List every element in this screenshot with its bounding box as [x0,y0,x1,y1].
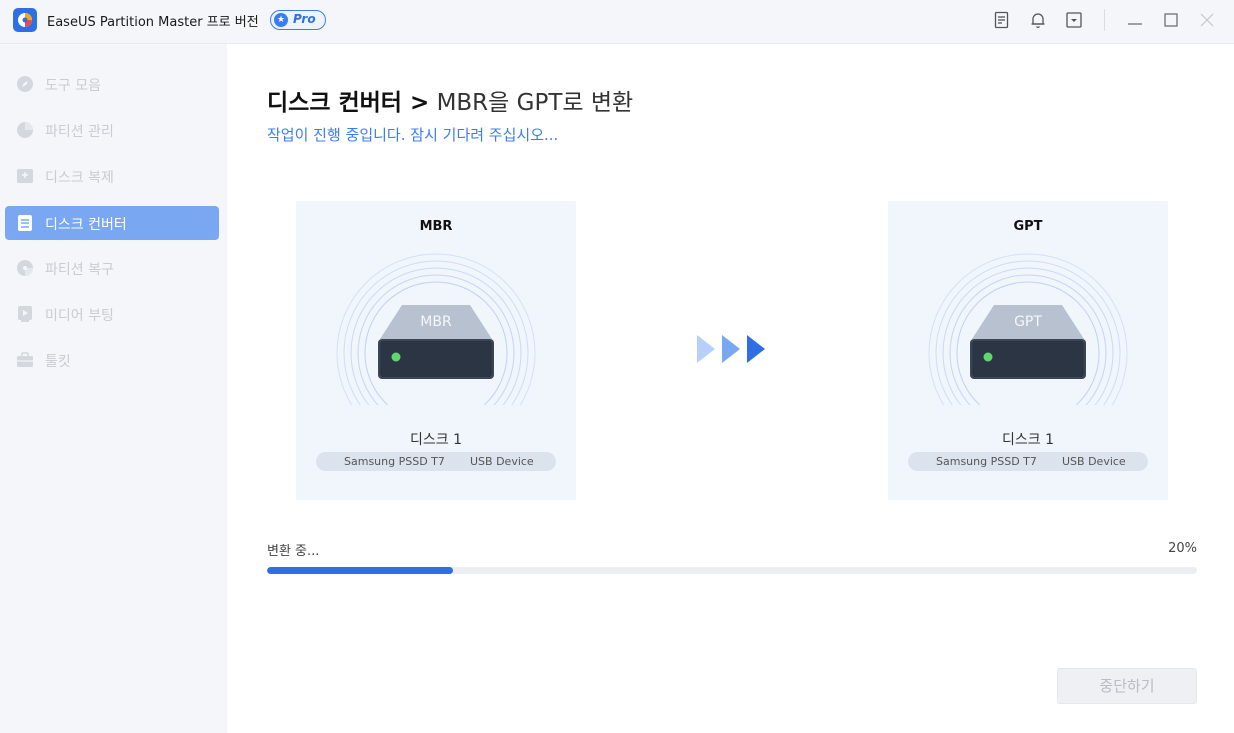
page-title-section: 디스크 컨버터 > [267,90,430,116]
media-boot-icon [16,305,34,323]
sidebar: 도구 모음 파티션 관리 디스크 복제 디스크 컨버터 파티션 복구 미디어 부… [0,44,227,733]
sidebar-item-toolbox[interactable]: 도구 모음 [5,67,219,101]
titlebar-separator [1104,9,1105,31]
pie-chart-icon [16,121,34,139]
progress-percent: 20% [1168,541,1197,556]
target-disk-heading: GPT [1013,219,1043,234]
target-disk-model: Samsung PSSD T7 [936,455,1037,468]
main-panel: 디스크 컨버터 > MBR을 GPT로 변환 작업이 진행 중입니다. 잠시 기… [227,44,1234,733]
page-title: 디스크 컨버터 > MBR을 GPT로 변환 [267,83,633,117]
sidebar-item-label: 디스크 컨버터 [45,217,127,233]
disk-drive-icon [336,253,536,413]
sidebar-item-disk-converter[interactable]: 디스크 컨버터 [5,206,219,240]
source-disk-interface: USB Device [470,455,534,468]
minimize-icon[interactable] [1125,10,1145,30]
close-icon[interactable] [1197,10,1217,30]
sidebar-item-label: 미디어 부팅 [45,308,114,324]
target-disk-card: GPT GPT 디스크 1 Samsung PSSD T7 USB Device [888,201,1168,500]
dropdown-menu-icon[interactable] [1064,10,1084,30]
source-disk-type-label: MBR [420,314,452,330]
source-disk-card: MBR MBR 디스크 1 Samsung PSSD T7 USB Device [296,201,576,500]
source-disk-name: 디스크 1 [410,432,462,448]
pro-badge[interactable]: ★ Pro [270,10,326,30]
sidebar-item-disk-clone[interactable]: 디스크 복제 [5,159,219,193]
target-disk-type-label: GPT [1014,314,1042,330]
disk-drive-icon [928,253,1128,413]
sidebar-item-label: 파티션 관리 [45,124,114,140]
feedback-icon[interactable] [992,10,1012,30]
stop-button[interactable]: 중단하기 [1057,668,1197,704]
sidebar-item-label: 파티션 복구 [45,262,114,278]
app-logo-icon [13,8,37,32]
target-disk-name: 디스크 1 [1002,432,1054,448]
disk-convert-icon [16,214,34,232]
pro-badge-label: Pro [293,12,316,26]
sidebar-item-toolkit[interactable]: 툴킷 [5,343,219,377]
page-title-operation: MBR을 GPT로 변환 [436,90,634,116]
progress-label: 변환 중... [267,544,320,559]
disk-add-icon [16,167,34,185]
source-disk-heading: MBR [419,219,453,234]
title-bar: EaseUS Partition Master 프로 버전 ★ Pro [0,0,1234,44]
source-disk-info: Samsung PSSD T7 USB Device [316,452,556,471]
target-disk-info: Samsung PSSD T7 USB Device [908,452,1148,471]
sidebar-item-label: 툴킷 [45,354,71,370]
app-title: EaseUS Partition Master 프로 버전 [47,15,259,30]
sidebar-item-label: 디스크 복제 [45,170,114,186]
maximize-icon[interactable] [1161,10,1181,30]
sidebar-item-label: 도구 모음 [45,78,101,94]
progress-bar [267,567,1197,574]
sidebar-item-partition-manager[interactable]: 파티션 관리 [5,113,219,147]
target-disk-interface: USB Device [1062,455,1126,468]
sidebar-item-media-boot[interactable]: 미디어 부팅 [5,297,219,331]
status-message: 작업이 진행 중입니다. 잠시 기다려 주십시오... [267,126,559,144]
sidebar-item-partition-recovery[interactable]: 파티션 복구 [5,251,219,285]
conversion-arrows-icon [697,335,765,363]
compass-icon [16,75,34,93]
source-disk-model: Samsung PSSD T7 [344,455,445,468]
partition-recovery-icon [16,259,34,277]
star-icon: ★ [274,13,288,27]
toolbox-icon [16,351,34,369]
bell-icon[interactable] [1028,10,1048,30]
progress-bar-fill [267,567,453,574]
